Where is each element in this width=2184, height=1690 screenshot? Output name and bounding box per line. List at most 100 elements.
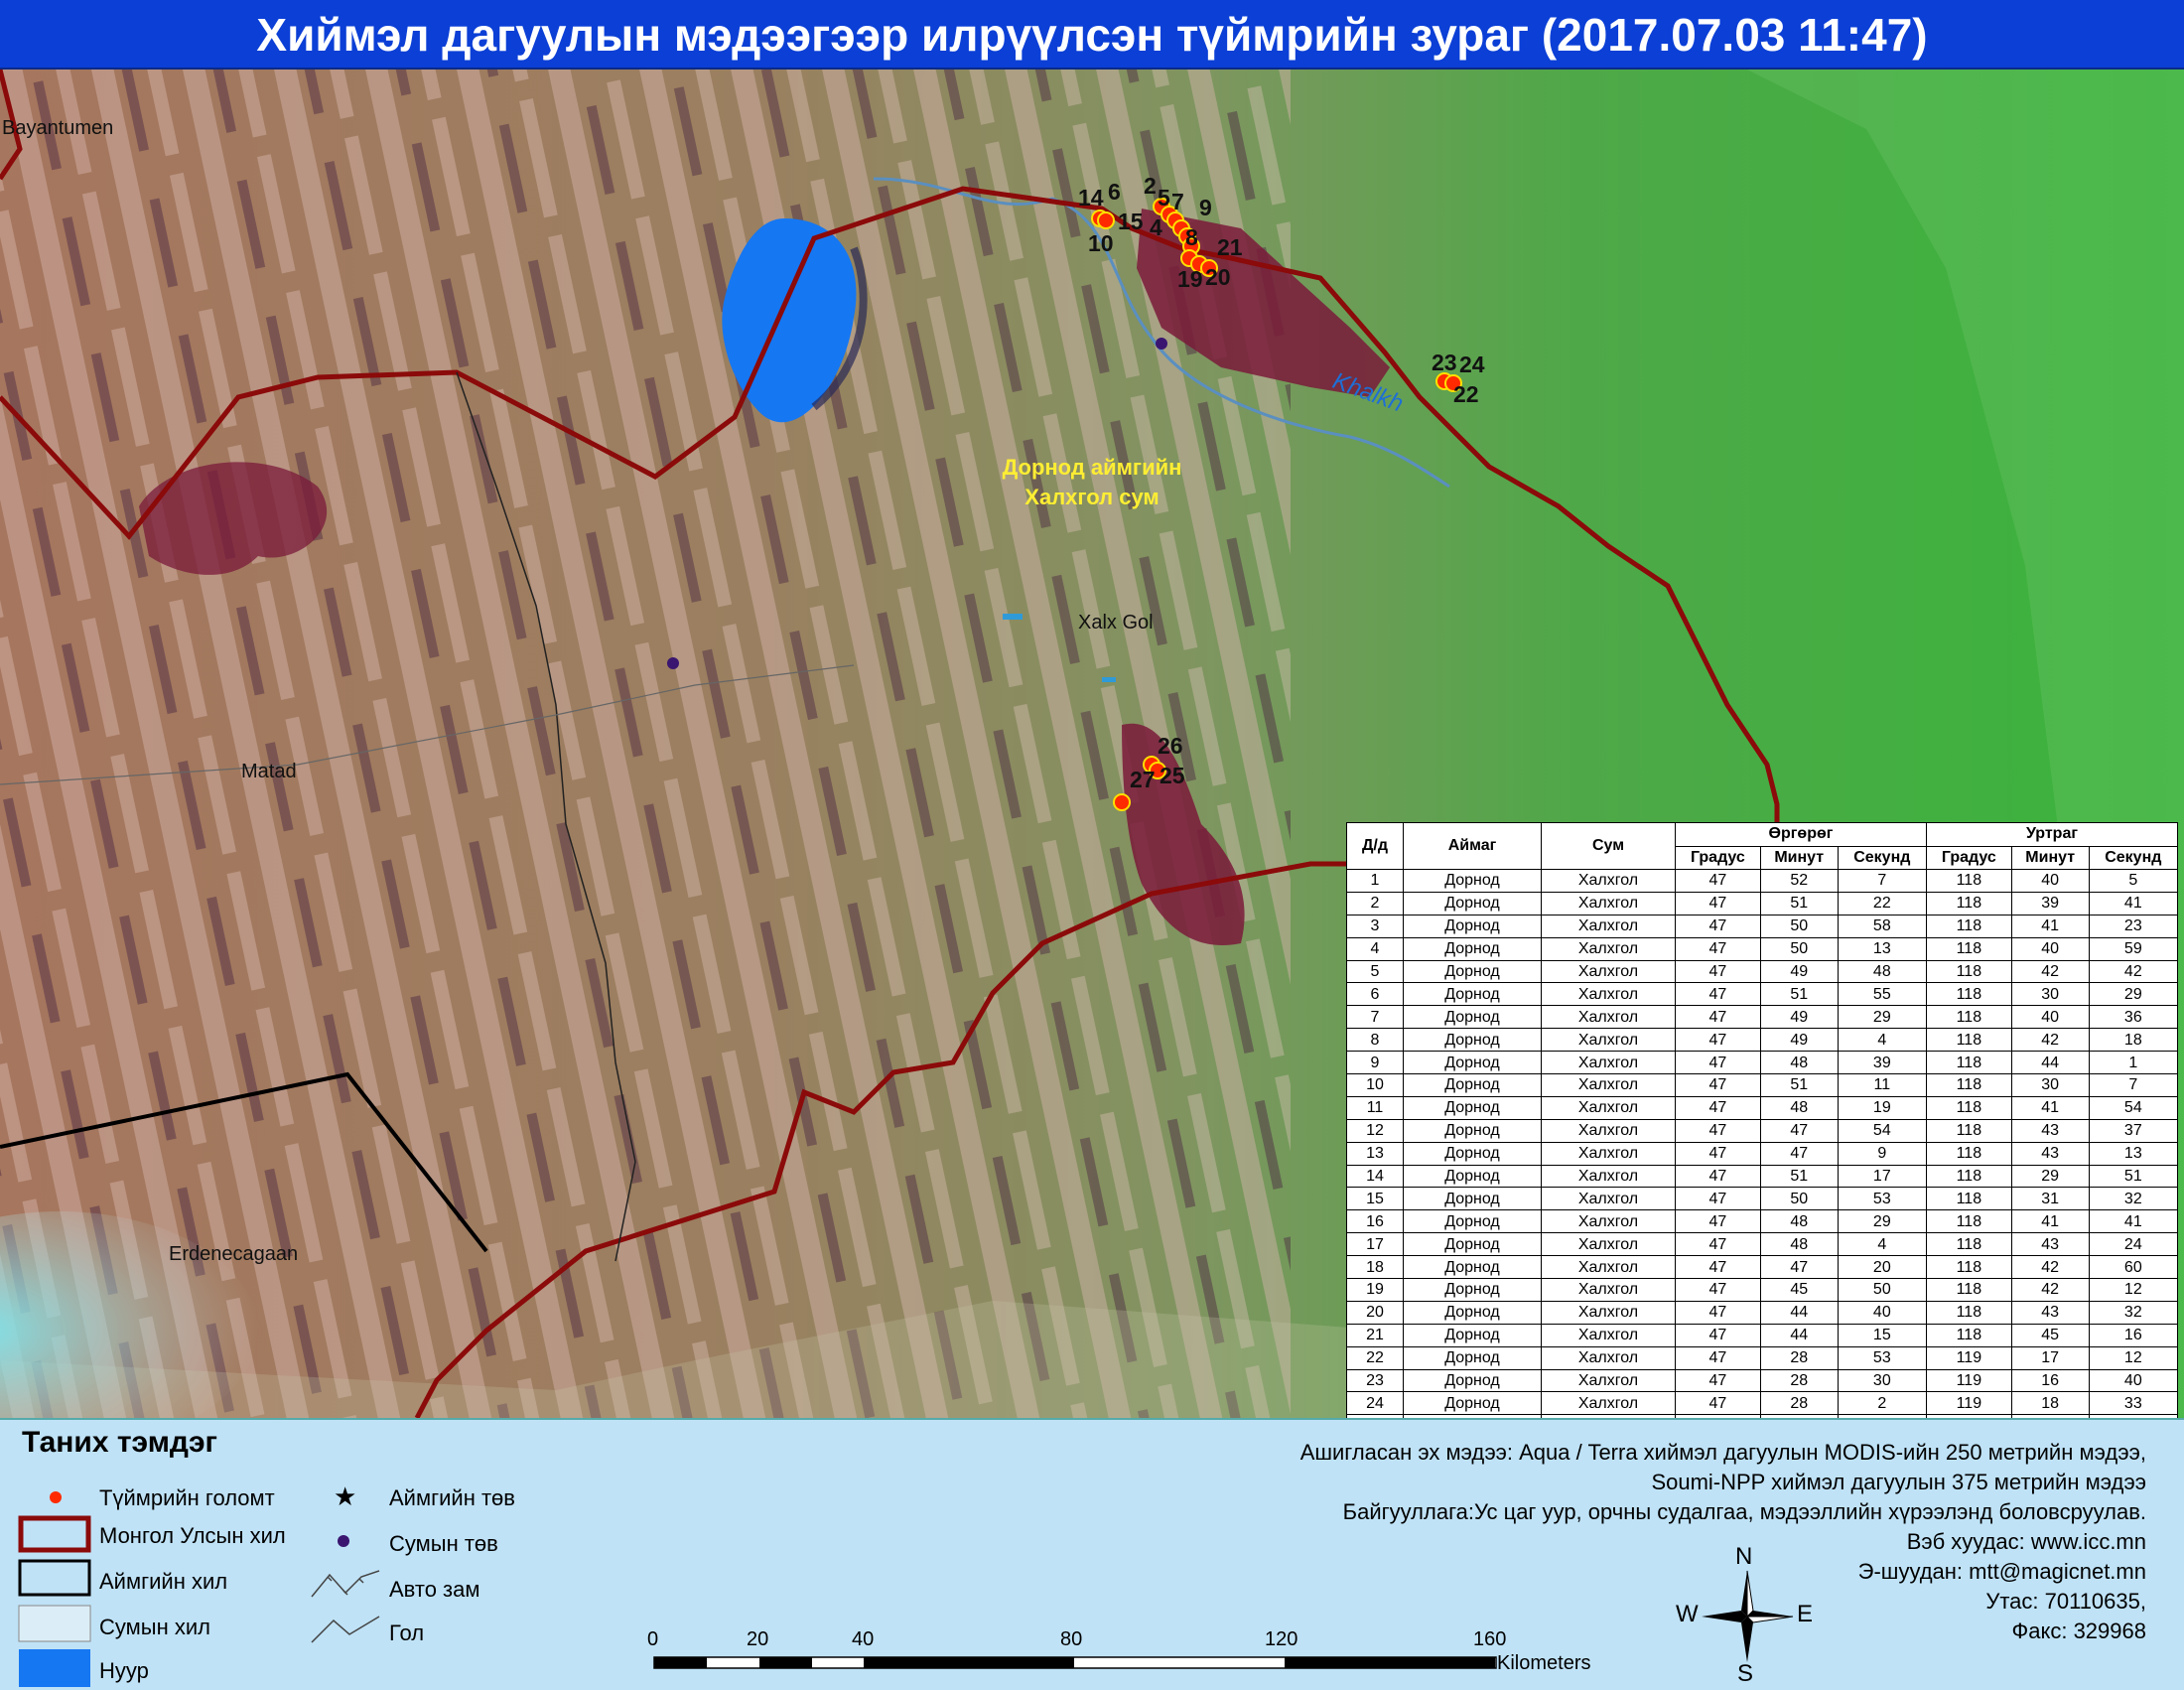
scale-tick-label: 40: [852, 1628, 875, 1650]
table-cell: 7: [2088, 1073, 2179, 1097]
table-cell: 4: [1837, 1028, 1927, 1053]
sum-center-icon: [338, 1535, 349, 1547]
table-cell: 118: [1925, 1141, 2012, 1166]
col-latitude: Өргөрөг: [1675, 822, 1927, 847]
table-row: 23 Дорнод Халхгол 47 28 30 119 16 40: [1346, 1368, 2179, 1393]
table-cell: 23: [1346, 1368, 1404, 1393]
scale-tick-label: 160: [1473, 1628, 1507, 1650]
table-cell: Дорнод: [1403, 959, 1542, 984]
table-cell: 20: [1837, 1255, 1927, 1280]
col-lat-deg: Градус: [1675, 845, 1761, 870]
table-cell: 2: [1346, 891, 1404, 915]
table-cell: 119: [1925, 1368, 2012, 1393]
table-cell: 47: [1675, 1095, 1761, 1120]
table-cell: 51: [1759, 1073, 1839, 1097]
table-cell: 48: [1759, 1051, 1839, 1075]
table-cell: 47: [1675, 891, 1761, 915]
table-cell: 42: [2010, 1255, 2090, 1280]
table-cell: Халхгол: [1541, 869, 1676, 893]
info-email: Э-шуудан: mtt@magicnet.mn: [1857, 1559, 2146, 1584]
table-cell: 47: [1675, 869, 1761, 893]
compass-n: N: [1735, 1543, 1753, 1570]
admin-label-sum: Халхгол сум: [1024, 485, 1160, 509]
table-cell: Халхгол: [1541, 982, 1676, 1007]
table-cell: 49: [1759, 1028, 1839, 1053]
table-cell: 118: [1925, 914, 2012, 938]
place-matad: Matad: [241, 761, 297, 782]
table-cell: 22: [1346, 1345, 1404, 1370]
table-cell: 28: [1759, 1345, 1839, 1370]
table-cell: Халхгол: [1541, 1073, 1676, 1097]
fire-label: 6: [1108, 179, 1121, 205]
table-row: 8 Дорнод Халхгол 47 49 4 118 42 18: [1346, 1028, 2179, 1053]
table-cell: 55: [1837, 982, 1927, 1007]
legend-aimag-border: Аймгийн хил: [99, 1569, 228, 1594]
table-cell: 60: [2088, 1255, 2179, 1280]
fire-label: 26: [1158, 733, 1183, 759]
table-cell: 47: [1675, 1051, 1761, 1075]
fire-label: 7: [1171, 189, 1184, 214]
fire-label: 15: [1118, 209, 1144, 234]
fire-label: 27: [1130, 767, 1156, 792]
table-cell: 5: [1346, 959, 1404, 984]
table-row: 22 Дорнод Халхгол 47 28 53 119 17 12: [1346, 1345, 2179, 1370]
fire-label: 23: [1432, 350, 1457, 375]
table-cell: 119: [1925, 1391, 2012, 1416]
legend-mongolia-border: Монгол Улсын хил: [99, 1523, 286, 1548]
table-cell: 19: [1837, 1095, 1927, 1120]
table-cell: 59: [2088, 936, 2179, 961]
fire-label: 9: [1199, 195, 1212, 220]
table-row: 9 Дорнод Халхгол 47 48 39 118 44 1: [1346, 1051, 2179, 1075]
legend-fire: Түймрийн голомт: [99, 1485, 275, 1510]
table-cell: 118: [1925, 869, 2012, 893]
table-cell: Дорнод: [1403, 1278, 1542, 1302]
table-cell: 47: [1675, 1005, 1761, 1030]
table-cell: 45: [2010, 1323, 2090, 1347]
table-cell: Халхгол: [1541, 1164, 1676, 1189]
road-icon: [311, 1570, 380, 1598]
table-cell: Халхгол: [1541, 959, 1676, 984]
table-cell: 4: [1346, 936, 1404, 961]
table-cell: 118: [1925, 1323, 2012, 1347]
legend-panel: Таних тэмдэг Түймрийн голомт Монгол Улсы…: [0, 1418, 2184, 1690]
table-cell: 7: [1346, 1005, 1404, 1030]
table-cell: 32: [2088, 1187, 2179, 1211]
col-lat-min: Минут: [1759, 845, 1839, 870]
table-row: 6 Дорнод Халхгол 47 51 55 118 30 29: [1346, 982, 2179, 1007]
table-cell: Дорнод: [1403, 1300, 1542, 1325]
table-cell: 8: [1346, 1028, 1404, 1053]
table-row: 16 Дорнод Халхгол 47 48 29 118 41 41: [1346, 1209, 2179, 1234]
table-cell: 47: [1759, 1118, 1839, 1143]
compass-e: E: [1797, 1601, 1814, 1627]
table-cell: 41: [2088, 891, 2179, 915]
table-cell: 29: [2088, 982, 2179, 1007]
table-cell: 41: [2010, 1095, 2090, 1120]
table-cell: Халхгол: [1541, 1187, 1676, 1211]
info-website: Вэб хуудас: www.icc.mn: [1906, 1529, 2146, 1554]
table-cell: 118: [1925, 1209, 2012, 1234]
table-cell: Дорнод: [1403, 1323, 1542, 1347]
admin-label-aimag: Дорнод аймгийн: [1002, 455, 1182, 480]
table-cell: 11: [1346, 1095, 1404, 1120]
col-aimag: Аймаг: [1403, 822, 1542, 870]
table-cell: 51: [1759, 1164, 1839, 1189]
fire-label: 4: [1150, 214, 1162, 240]
table-row: 3 Дорнод Халхгол 47 50 58 118 41 23: [1346, 914, 2179, 938]
info-fax: Факс: 329968: [2011, 1619, 2146, 1643]
table-cell: 29: [1837, 1209, 1927, 1234]
table-cell: 7: [1837, 869, 1927, 893]
admin-label: Дорнод аймгийн Халхгол сум: [893, 453, 1291, 512]
table-cell: Халхгол: [1541, 1368, 1676, 1393]
table-cell: 11: [1837, 1073, 1927, 1097]
legend-road: Авто зам: [389, 1577, 480, 1602]
table-cell: 47: [1675, 982, 1761, 1007]
table-cell: 16: [1346, 1209, 1404, 1234]
col-lat-sec: Секунд: [1837, 845, 1927, 870]
table-cell: 17: [1346, 1232, 1404, 1257]
table-cell: 39: [1837, 1051, 1927, 1075]
table-cell: 47: [1675, 1345, 1761, 1370]
table-cell: 31: [2010, 1187, 2090, 1211]
table-cell: 118: [1925, 1300, 2012, 1325]
fire-label: 14: [1078, 185, 1104, 211]
table-cell: 118: [1925, 1232, 2012, 1257]
